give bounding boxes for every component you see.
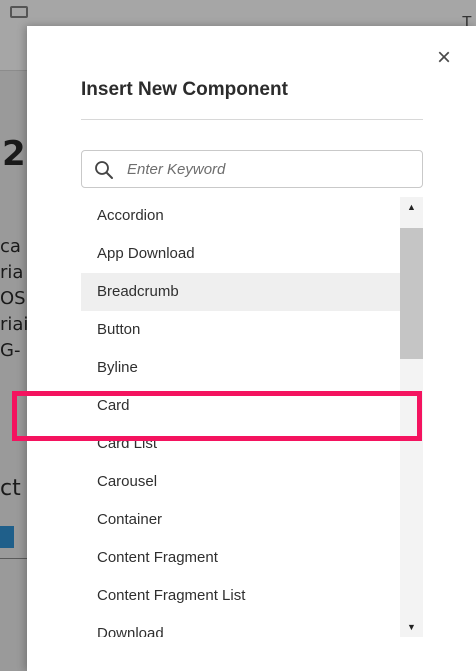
window-icon [10,6,28,18]
list-item-content-fragment[interactable]: Content Fragment [81,539,423,577]
list-item-content-fragment-list[interactable]: Content Fragment List [81,577,423,615]
background-heading: 2 [2,134,26,174]
title-divider [81,119,423,120]
search-input[interactable] [127,151,412,187]
list-item-card-list[interactable]: Card List [81,425,423,463]
background-text-line: OS [0,288,26,309]
scroll-thumb[interactable] [400,228,423,359]
list-item-app-download[interactable]: App Download [81,235,423,273]
search-field[interactable] [81,150,423,188]
list-item-card[interactable]: Card [81,387,423,425]
list-item-accordion[interactable]: Accordion [81,197,423,235]
insert-component-dialog: × Insert New Component Accordion App Dow… [27,26,476,671]
list-item-container[interactable]: Container [81,501,423,539]
scroll-up-arrow-icon[interactable]: ▲ [400,197,423,217]
list-item-breadcrumb[interactable]: Breadcrumb [81,273,423,311]
search-icon [95,161,113,179]
background-text-line: G- [0,340,21,361]
component-list[interactable]: Accordion App Download Breadcrumb Button… [81,197,423,637]
scroll-down-arrow-icon[interactable]: ▼ [400,617,423,637]
list-item-byline[interactable]: Byline [81,349,423,387]
background-button-fragment [0,526,14,548]
dialog-title: Insert New Component [81,79,288,100]
list-item-download[interactable]: Download [81,615,423,637]
list-item-carousel[interactable]: Carousel [81,463,423,501]
background-divider [0,558,28,559]
background-text-line: ria [0,262,24,283]
background-text-word: ct [0,476,21,501]
list-item-button[interactable]: Button [81,311,423,349]
close-button[interactable]: × [432,46,456,70]
background-text-line: ca [0,236,21,257]
background-text-line: riai [0,314,29,335]
list-scrollbar[interactable]: ▲ ▼ [400,197,423,637]
